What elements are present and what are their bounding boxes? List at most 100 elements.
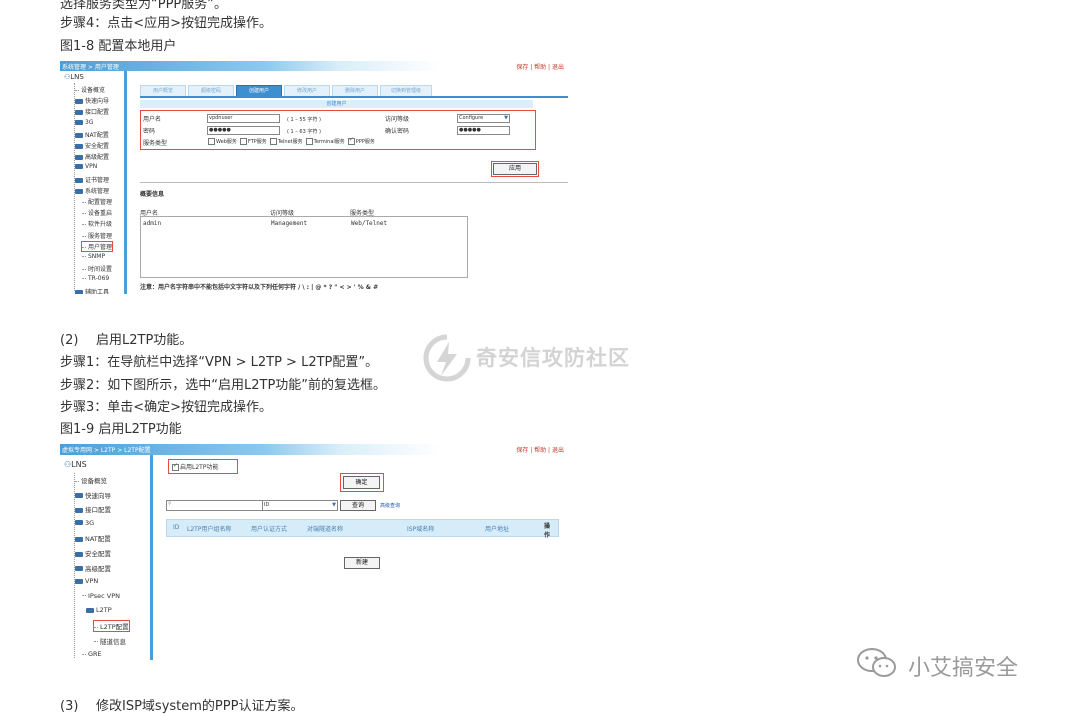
- tree-item[interactable]: NAT配置: [75, 130, 109, 139]
- tree-item[interactable]: VPN: [75, 577, 98, 585]
- tree-item[interactable]: 辅助工具: [75, 287, 109, 294]
- tree-item[interactable]: 用户管理: [80, 240, 114, 252]
- tree-item-label: 用户管理: [88, 243, 113, 251]
- ok-button[interactable]: 确定: [340, 473, 384, 492]
- text-line-cut: 选择服务类型为“PPP服务”。: [60, 0, 227, 12]
- tree-branch-icon: [82, 246, 86, 248]
- enable-l2tp-checkbox[interactable]: 启用L2TP功能: [172, 462, 218, 471]
- confirm-input[interactable]: ●●●●●: [457, 126, 510, 135]
- tree-branch-icon: [82, 269, 86, 271]
- tree-item[interactable]: 服务管理: [82, 231, 112, 240]
- tree-item[interactable]: 高级配置: [75, 152, 109, 161]
- tree-item[interactable]: 设备概览: [75, 85, 105, 94]
- tree-item-label: IPsec VPN: [88, 591, 120, 600]
- checkbox-icon: [269, 138, 277, 145]
- tree-item-label: 设备重启: [88, 210, 113, 218]
- tree-item[interactable]: 快速向导: [75, 96, 109, 105]
- service-label: 服务类型: [143, 140, 168, 147]
- checkbox-checked-icon: [172, 462, 179, 471]
- tree-item[interactable]: 3G: [75, 519, 94, 527]
- tree-item-label: L2TP: [96, 606, 112, 615]
- password-input[interactable]: ●●●●●: [207, 126, 280, 135]
- qianxin-logo-icon: [423, 334, 471, 382]
- tree-item[interactable]: 快速向导: [75, 490, 111, 500]
- new-button[interactable]: 新建: [344, 557, 380, 569]
- tree-item-label: TR-069: [88, 275, 110, 283]
- fig19-header-links[interactable]: 保存 | 帮助 | 退出: [516, 445, 564, 454]
- step2-text: 步骤2：如下图所示，选中“启用L2TP功能”前的复选框。: [60, 378, 387, 393]
- tree-item[interactable]: VPN: [75, 163, 97, 170]
- fig19-breadcrumb: 虚拟专用网 > L2TP > L2TP配置: [62, 447, 151, 454]
- service-checkbox[interactable]: Web服务: [208, 138, 237, 145]
- fig18-topbar: 系统管理 > 用户管理 保存 | 帮助 | 退出: [60, 61, 568, 71]
- tree-item-label: 高级配置: [85, 564, 111, 573]
- service-checkbox[interactable]: Terminal服务: [305, 138, 345, 145]
- advanced-search-link[interactable]: 高级查询: [380, 502, 400, 509]
- tree-branch-icon: [82, 653, 86, 655]
- tree-branch-icon: [82, 202, 86, 203]
- search-input[interactable]: ⚲: [166, 500, 264, 511]
- username-label: 用户名: [143, 116, 162, 123]
- service-checkbox[interactable]: FTP服务: [239, 138, 267, 145]
- tree-item-label: VPN: [85, 577, 99, 586]
- tree-item[interactable]: NAT配置: [75, 533, 111, 543]
- service-checkbox[interactable]: Telnet服务: [269, 138, 303, 145]
- apply-button[interactable]: 应用: [491, 161, 539, 177]
- tree-item-label: 接口配置: [85, 109, 110, 117]
- tree-item[interactable]: 系统管理: [75, 186, 109, 195]
- query-button[interactable]: 查询: [340, 500, 376, 511]
- search-field-select[interactable]: ID ▼: [262, 500, 338, 511]
- tree-item[interactable]: 证书管理: [75, 175, 109, 184]
- tree-item[interactable]: 高级配置: [75, 563, 111, 573]
- tree-item[interactable]: 软件升级: [82, 219, 112, 228]
- tree-item[interactable]: TR-069: [82, 275, 109, 282]
- tree-item-label: 快速向导: [85, 491, 111, 500]
- checkbox-icon: [305, 138, 313, 145]
- checkbox-icon: [239, 138, 247, 145]
- fig19-tree-root[interactable]: ⚇LNS: [64, 460, 87, 469]
- tree-item[interactable]: SNMP: [82, 253, 105, 260]
- folder-icon: [75, 144, 83, 149]
- username-input[interactable]: vpdnuser: [207, 114, 280, 123]
- folder-icon: [75, 164, 83, 170]
- tree-item[interactable]: 配置管理: [82, 197, 112, 206]
- fig18-tree-root[interactable]: ⚇LNS: [64, 73, 84, 81]
- tree-item[interactable]: 安全配置: [75, 548, 111, 558]
- tree-item[interactable]: 接口配置: [75, 504, 111, 514]
- tree-item-label: L2TP配置: [100, 623, 129, 631]
- folder-icon: [75, 566, 83, 572]
- tree-item-label: SNMP: [88, 253, 106, 260]
- service-checkbox[interactable]: PPP服务: [347, 136, 375, 145]
- folder-icon: [75, 289, 83, 294]
- tree-item[interactable]: 接口配置: [75, 107, 109, 116]
- service-checkbox-label: Web服务: [216, 139, 237, 145]
- tree-item[interactable]: GRE: [82, 650, 102, 658]
- table-column-header: 操作: [544, 523, 551, 539]
- tree-item[interactable]: 安全配置: [75, 141, 109, 150]
- tree-branch-icon: [75, 480, 79, 482]
- level-select[interactable]: Configure ▼: [457, 114, 510, 123]
- note-text: 注意：用户名字符串中不能包括中文字符以及下列任何字符 / \ : | @ * ?…: [140, 284, 379, 291]
- folder-icon: [75, 507, 83, 513]
- tree-item[interactable]: IPsec VPN: [82, 592, 120, 600]
- folder-icon: [75, 155, 83, 161]
- tree-item[interactable]: 设备概览: [75, 475, 107, 485]
- service-checkbox-label: Terminal服务: [313, 139, 345, 145]
- tree-item[interactable]: 3G: [75, 119, 93, 126]
- tree-item[interactable]: L2TP配置: [93, 620, 130, 632]
- tree-item[interactable]: 时间设置: [82, 264, 112, 273]
- table-column-header: 用户地址: [485, 526, 510, 533]
- tree-branch-icon: [94, 626, 98, 628]
- tree-item[interactable]: 设备重启: [82, 208, 112, 217]
- summary-title: 概要信息: [140, 191, 165, 198]
- tree-item-label: 高级配置: [85, 154, 110, 162]
- tree-item[interactable]: 隧道信息: [94, 636, 126, 646]
- service-checkbox-label: Telnet服务: [277, 139, 303, 145]
- tree-item[interactable]: L2TP: [86, 606, 112, 614]
- fig18-header-links[interactable]: 保存 | 帮助 | 退出: [516, 62, 564, 71]
- folder-icon: [75, 110, 83, 116]
- tree-branch-icon: [75, 90, 79, 91]
- fig19-topbar: 虚拟专用网 > L2TP > L2TP配置 保存 | 帮助 | 退出: [60, 444, 568, 455]
- summary-list[interactable]: admin Management Web/Telnet: [140, 216, 468, 278]
- table-column-header: 对端隧道名称: [307, 526, 344, 533]
